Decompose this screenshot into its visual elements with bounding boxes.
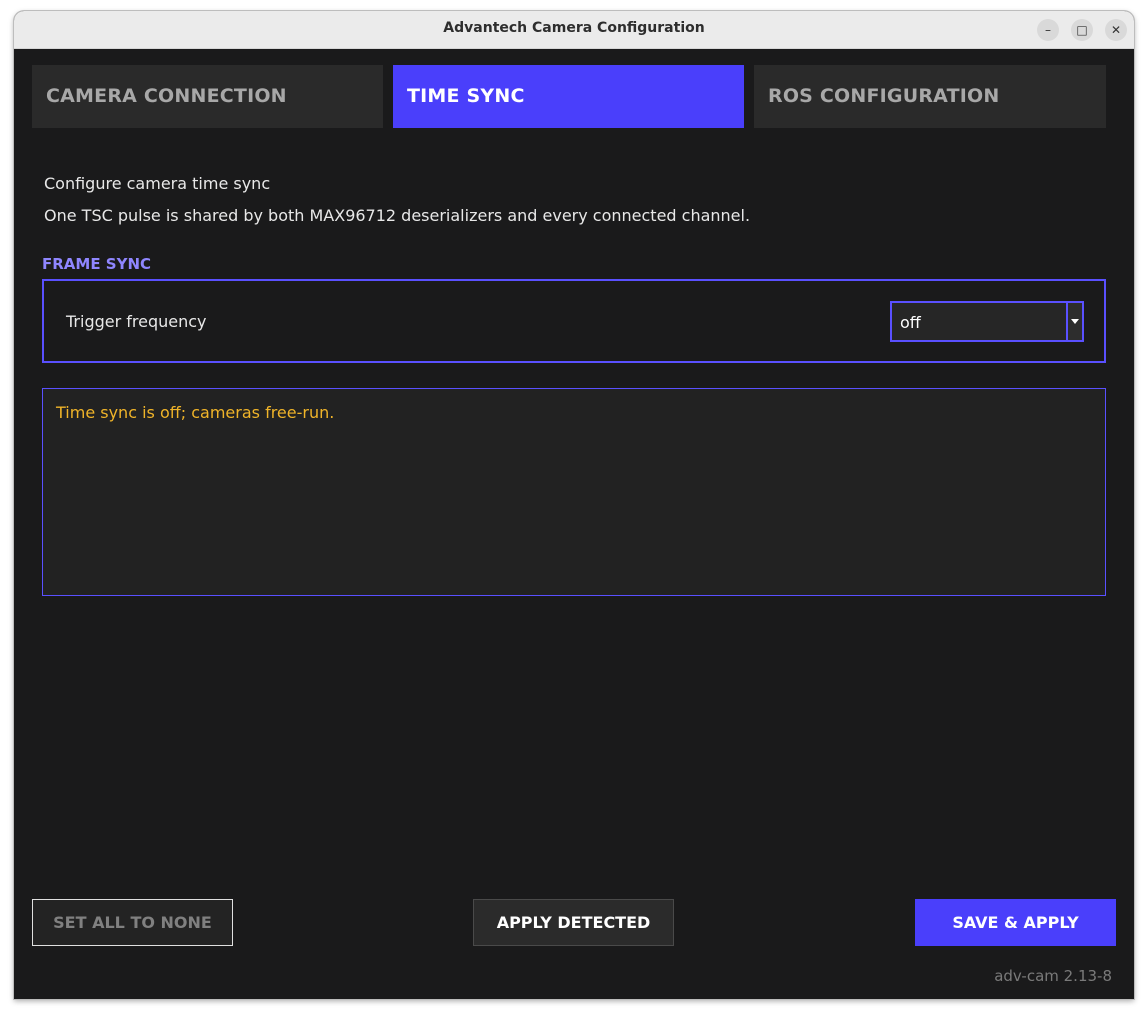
save-and-apply-button[interactable]: SAVE & APPLY bbox=[915, 899, 1116, 946]
minimize-icon[interactable]: – bbox=[1037, 19, 1059, 41]
set-all-to-none-button[interactable]: SET ALL TO NONE bbox=[32, 899, 233, 946]
chevron-down-icon bbox=[1071, 319, 1079, 324]
frame-sync-label: FRAME SYNC bbox=[42, 255, 152, 273]
maximize-icon[interactable]: □ bbox=[1071, 19, 1093, 41]
tab-camera-connection[interactable]: CAMERA CONNECTION bbox=[32, 65, 383, 128]
trigger-frequency-value: off bbox=[900, 313, 921, 332]
tab-ros-configuration[interactable]: ROS CONFIGURATION bbox=[754, 65, 1106, 128]
status-message: Time sync is off; cameras free-run. bbox=[56, 403, 335, 422]
apply-detected-button[interactable]: APPLY DETECTED bbox=[473, 899, 674, 946]
app-window: Advantech Camera Configuration – □ ✕ CAM… bbox=[14, 11, 1134, 999]
dropdown-arrow-button[interactable] bbox=[1066, 303, 1082, 340]
intro-description: One TSC pulse is shared by both MAX96712… bbox=[44, 206, 751, 225]
tab-time-sync[interactable]: TIME SYNC bbox=[393, 65, 744, 128]
trigger-frequency-select[interactable]: off bbox=[890, 301, 1084, 342]
trigger-frequency-label: Trigger frequency bbox=[66, 312, 207, 331]
close-icon[interactable]: ✕ bbox=[1105, 19, 1127, 41]
window-title: Advantech Camera Configuration bbox=[443, 20, 705, 36]
status-output-box: Time sync is off; cameras free-run. bbox=[42, 388, 1106, 596]
frame-sync-panel: Trigger frequency off bbox=[42, 279, 1106, 363]
version-label: adv-cam 2.13-8 bbox=[994, 967, 1112, 985]
title-bar[interactable]: Advantech Camera Configuration – □ ✕ bbox=[14, 11, 1134, 49]
intro-heading: Configure camera time sync bbox=[44, 174, 271, 193]
